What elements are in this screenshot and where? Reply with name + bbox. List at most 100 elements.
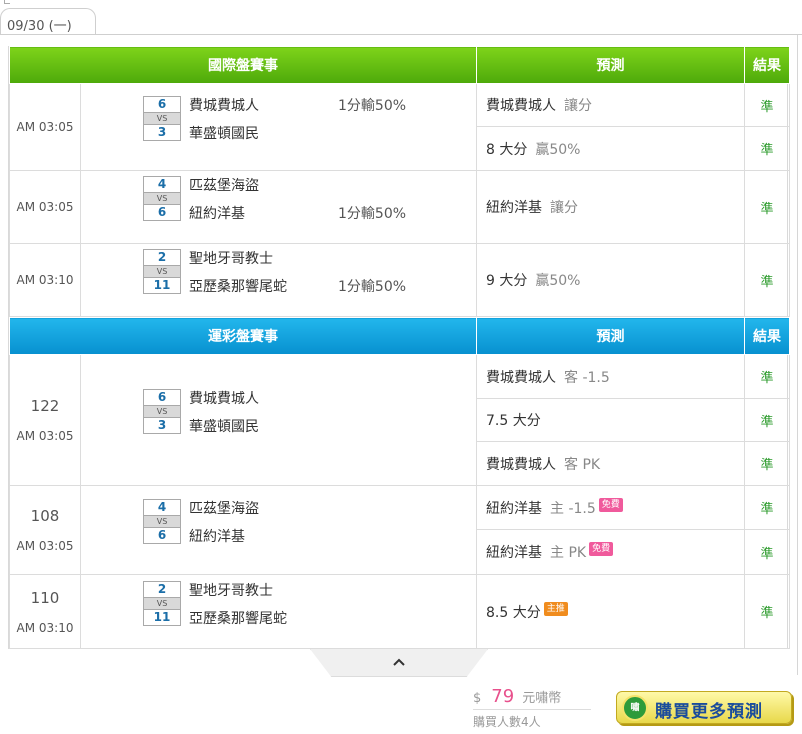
result-header: 結果: [744, 317, 790, 355]
prediction-detail: 贏50%: [535, 141, 581, 158]
prediction-header: 預測: [476, 46, 745, 84]
prediction-detail: 主 PK: [550, 545, 587, 561]
predictions-panel: 國際盤賽事 預測 結果 AM 03:05 6 VS 3 費城費城人 華盛頓國民 1分輸50%…: [8, 46, 790, 649]
result-value: 準: [744, 398, 790, 442]
team2-score: 11: [143, 608, 181, 626]
prediction-cell: 紐約洋基 讓分: [476, 170, 745, 244]
handicap-result: 1分輸50%: [338, 98, 407, 114]
team2-name[interactable]: 亞歷桑那響尾蛇: [189, 608, 287, 628]
prediction-pick: 紐約洋基: [486, 545, 542, 561]
result-value: 準: [744, 485, 790, 530]
collapse-toggle[interactable]: [310, 649, 488, 677]
team2-name[interactable]: 紐約洋基: [189, 203, 245, 223]
game-time-cell: 110 AM 03:10: [9, 574, 81, 649]
team2-score: 6: [143, 527, 181, 544]
prediction-detail: 讓分: [564, 98, 592, 114]
matchup-cell: 4 VS 6 匹茲堡海盜紐約洋基 1分輸50%: [80, 170, 477, 244]
score-box: 4 VS 6: [143, 499, 181, 544]
game-row: 122 AM 03:05 6 VS 3 費城費城人 華盛頓國民 費城費城人客 -1.5 準: [9, 354, 790, 486]
game-time-cell: AM 03:05: [9, 83, 81, 171]
game-time: AM 03:10: [16, 620, 74, 635]
vs-label: VS: [143, 597, 181, 609]
result-value: 準: [744, 126, 790, 171]
result-value: 準: [744, 441, 790, 486]
team1-name[interactable]: 費城費城人: [189, 95, 259, 115]
team1-name[interactable]: 聖地牙哥教士: [189, 248, 273, 268]
matchup: 2 VS 11 聖地牙哥教士 亞歷桑那響尾蛇: [81, 580, 476, 644]
team2-score: 6: [143, 204, 181, 221]
vs-label: VS: [143, 266, 181, 277]
score-box: 2 VS 11: [143, 580, 181, 626]
prediction-header: 預測: [476, 317, 745, 355]
prediction-cell: 紐約洋基主 PK 免費: [476, 529, 745, 575]
main-pick-badge: 主推: [543, 601, 568, 616]
prediction-pick: 費城費城人: [486, 369, 556, 386]
team1-score: 4: [143, 176, 181, 193]
prediction-cell: 7.5 大分: [476, 398, 745, 442]
panel-edge: [797, 35, 798, 675]
price: $79 元嘯幣: [473, 686, 561, 707]
buy-more-predictions-button[interactable]: 嘯 購買更多預測: [616, 691, 792, 724]
international-header: 國際盤賽事: [9, 46, 477, 84]
team1-name[interactable]: 匹茲堡海盜: [189, 175, 259, 195]
matchup: 4 VS 6 匹茲堡海盜紐約洋基 1分輸50%: [81, 175, 476, 239]
handicap-result: 1分輸50%: [338, 279, 407, 295]
chevron-up-icon[interactable]: [311, 651, 487, 672]
prediction-cell: 費城費城人客 PK: [476, 441, 745, 486]
result-value: 準: [744, 354, 790, 399]
game-time: AM 03:05: [16, 120, 74, 134]
prediction-cell: 紐約洋基主 -1.5 免費: [476, 485, 745, 530]
game-time: AM 03:10: [16, 273, 74, 287]
game-time-cell: AM 03:05: [9, 170, 81, 244]
prediction-pick: 7.5 大分: [486, 413, 541, 429]
price-divider: [473, 709, 591, 710]
result-value: 準: [744, 83, 790, 127]
prediction-pick: 費城費城人: [486, 98, 556, 114]
team2-name[interactable]: 紐約洋基: [189, 526, 245, 546]
currency-symbol: $: [473, 691, 482, 706]
team2-name[interactable]: 華盛頓國民: [189, 416, 259, 436]
result-value: 準: [744, 243, 790, 317]
game-time-cell: 122 AM 03:05: [9, 354, 81, 486]
prediction-pick: 8.5 大分: [486, 604, 541, 621]
date-tab[interactable]: 09/30 (一): [0, 8, 96, 34]
international-table: 國際盤賽事 預測 結果 AM 03:05 6 VS 3 費城費城人 華盛頓國民 1分輸50%…: [9, 46, 790, 317]
game-time: AM 03:05: [16, 429, 74, 443]
game-row: AM 03:05 4 VS 6 匹茲堡海盜 紐約洋基 1分輸50% 紐約洋基 讓分準: [9, 170, 790, 244]
prediction-detail: 主 -1.5: [550, 500, 596, 517]
matchup: 4 VS 6 匹茲堡海盜紐約洋基: [81, 498, 476, 562]
score-box: 6 VS 3: [143, 96, 181, 141]
team2-name[interactable]: 華盛頓國民: [189, 123, 259, 143]
prediction-cell: 費城費城人 讓分: [476, 83, 745, 127]
team1-name[interactable]: 費城費城人: [189, 388, 259, 408]
score-box: 4 VS 6: [143, 176, 181, 221]
game-row: AM 03:05 6 VS 3 費城費城人 華盛頓國民 1分輸50% 費城費城人 讓分準: [9, 83, 790, 171]
vs-label: VS: [143, 516, 181, 527]
matchup: 6 VS 3 費城費城人華盛頓國民: [81, 388, 476, 452]
team2-name[interactable]: 亞歷桑那響尾蛇: [189, 276, 287, 296]
vs-label: VS: [143, 406, 181, 417]
score-box: 2 VS 11: [143, 249, 181, 294]
prediction-detail: 贏50%: [535, 273, 581, 289]
sports-lottery-header: 運彩盤賽事: [9, 317, 477, 355]
game-time: AM 03:05: [16, 200, 74, 214]
prediction-cell: 8.5 大分 主推: [476, 574, 745, 649]
game-time-cell: AM 03:10: [9, 243, 81, 317]
result-header: 結果: [744, 46, 790, 84]
tab-divider: [0, 34, 802, 35]
price-value: 79: [491, 686, 515, 707]
prediction-pick: 紐約洋基: [486, 200, 542, 216]
team1-name[interactable]: 聖地牙哥教士: [189, 580, 273, 600]
prediction-detail: 客 -1.5: [564, 369, 610, 386]
matchup-cell: 6 VS 3 費城費城人華盛頓國民 1分輸50%: [80, 83, 477, 171]
team1-score: 6: [143, 389, 181, 406]
team2-score: 3: [143, 124, 181, 141]
matchup: 6 VS 3 費城費城人華盛頓國民 1分輸50%: [81, 95, 476, 159]
team1-name[interactable]: 匹茲堡海盜: [189, 498, 259, 518]
prediction-cell: 費城費城人客 -1.5: [476, 354, 745, 399]
handicap-result: 1分輸50%: [338, 206, 407, 222]
team2-score: 3: [143, 417, 181, 434]
game-time-cell: 108 AM 03:05: [9, 485, 81, 575]
score-box: 6 VS 3: [143, 389, 181, 434]
free-badge: 免費: [598, 497, 623, 512]
